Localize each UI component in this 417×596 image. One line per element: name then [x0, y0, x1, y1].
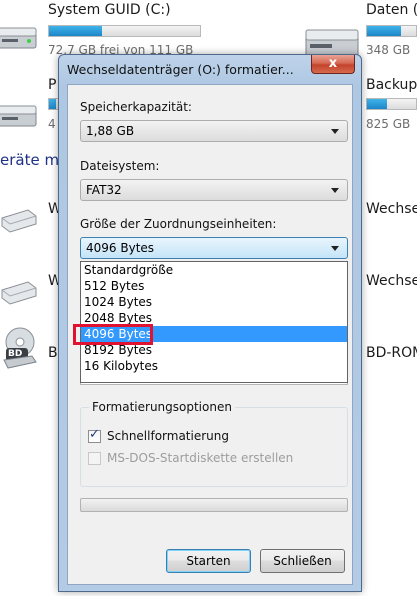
filesystem-value: FAT32 — [86, 183, 122, 197]
close-button[interactable]: Schließen — [260, 549, 345, 573]
bd-badge: BD — [8, 349, 23, 359]
filesystem-select[interactable]: FAT32 — [80, 179, 348, 201]
bd-rom-label[interactable]: BD-ROM — [366, 345, 417, 361]
allocation-option[interactable]: 16 Kilobytes — [81, 358, 347, 374]
format-options-group: Formatierungsoptionen ✓ Schnellformatier… — [80, 400, 348, 487]
chevron-down-icon — [331, 129, 339, 134]
drive-backup-usage-fill — [367, 99, 387, 109]
allocation-value: 4096 Bytes — [86, 241, 155, 255]
checkmark-icon: ✓ — [89, 427, 100, 442]
drive-p-free-space: 4 — [48, 117, 56, 131]
quick-format-checkbox[interactable]: ✓ — [88, 427, 101, 443]
removable-drive-icon[interactable] — [0, 276, 38, 308]
drive-c-label[interactable]: System GUID (C:) — [48, 2, 171, 18]
chevron-down-icon — [331, 246, 339, 251]
allocation-option[interactable]: Standardgröße — [81, 262, 347, 278]
filesystem-label: Dateisystem: — [80, 159, 160, 173]
drive-d-label[interactable]: Daten ( — [366, 2, 417, 18]
drive-p-usage-fill — [49, 99, 57, 109]
drive-backup-free-space: 825 GB — [366, 117, 411, 131]
allocation-dropdown-list: Standardgröße 512 Bytes 1024 Bytes 2048 … — [80, 261, 348, 383]
capacity-label: Speicherkapazität: — [80, 100, 192, 114]
removable-drive-icon[interactable] — [0, 204, 38, 236]
capacity-select[interactable]: 1,88 GB — [80, 120, 348, 142]
chevron-down-icon — [331, 188, 339, 193]
drive-d-usage-fill — [367, 26, 402, 36]
selection-highlight-box — [73, 324, 153, 345]
allocation-select[interactable]: 4096 Bytes — [80, 237, 348, 259]
removable-item-4-label[interactable]: Wechse — [366, 273, 417, 289]
allocation-option[interactable]: 512 Bytes — [81, 278, 347, 294]
drive-d-usage-bar — [366, 25, 417, 37]
drive-c-usage-fill — [49, 26, 102, 36]
removable-item-2-label[interactable]: Wechse — [366, 201, 417, 217]
hard-drive-icon[interactable] — [0, 100, 38, 130]
quick-format-label[interactable]: Schnellformatierung — [107, 429, 229, 443]
allocation-option[interactable]: 1024 Bytes — [81, 294, 347, 310]
drive-p-label[interactable]: P — [48, 77, 56, 93]
format-dialog: Wechseldatenträger (O:) formatier... x S… — [58, 54, 362, 592]
dialog-title: Wechseldatenträger (O:) formatier... — [67, 62, 294, 77]
start-button[interactable]: Starten — [166, 549, 251, 573]
drive-d-free-space: 348 GB — [366, 43, 411, 57]
close-icon[interactable]: x — [311, 55, 355, 74]
format-options-title: Formatierungsoptionen — [89, 400, 235, 414]
msdos-startup-label: MS-DOS-Startdiskette erstellen — [107, 451, 294, 465]
bd-item-label[interactable]: B — [48, 345, 58, 361]
msdos-startup-checkbox — [88, 452, 101, 465]
hard-drive-icon[interactable] — [0, 22, 38, 52]
drive-backup-label[interactable]: Backup — [366, 77, 417, 93]
drive-backup-usage-bar — [366, 98, 417, 110]
capacity-value: 1,88 GB — [86, 124, 135, 138]
format-progress-bar — [80, 498, 348, 512]
allocation-label: Größe der Zuordnungseinheiten: — [80, 217, 277, 231]
devices-section-heading: eräte m — [0, 151, 60, 169]
drive-c-usage-bar — [48, 25, 201, 37]
